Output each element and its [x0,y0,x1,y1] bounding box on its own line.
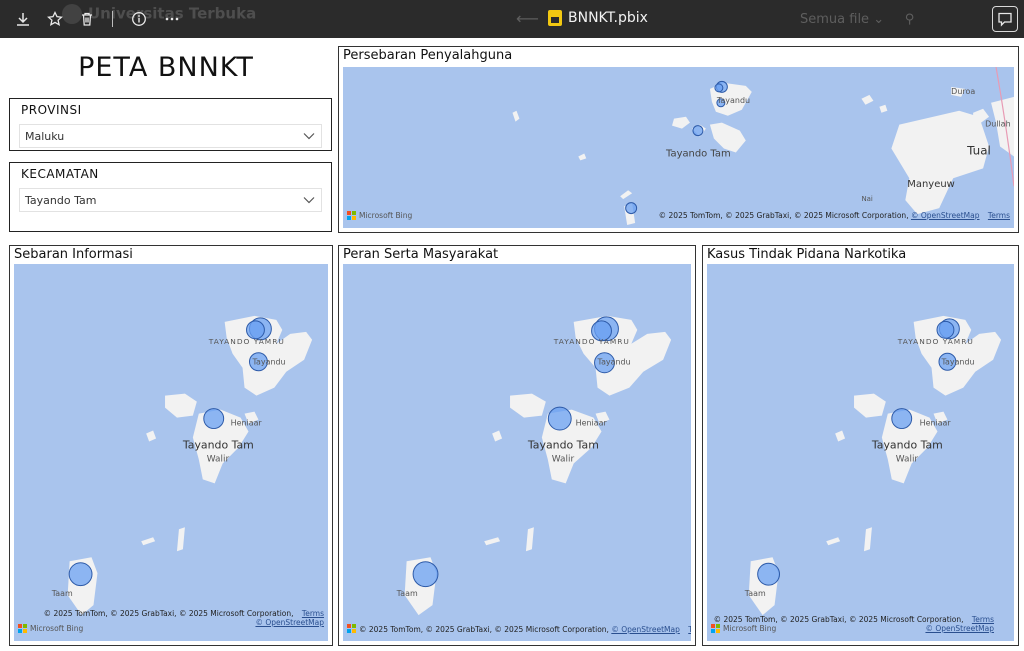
persebaran-title: Persebaran Penyalahguna [343,48,513,63]
provinsi-slicer: PROVINSI Maluku [9,98,332,151]
osm-link[interactable]: © OpenStreetMap [925,624,994,633]
toolbar-divider [112,11,113,27]
persebaran-visual: Persebaran Penyalahguna Tayandu Tayando … [338,46,1019,233]
label-taam: Taam [744,589,766,598]
peran-title: Peran Serta Masyarakat [343,247,499,262]
kecamatan-dropdown[interactable]: Tayando Tam [19,188,322,212]
kasus-title: Kasus Tindak Pidana Narkotika [707,247,907,262]
peran-visual: Peran Serta Masyarakat TAYANDO YAMRU Tay… [338,245,696,646]
osm-link[interactable]: © OpenStreetMap [255,618,324,627]
persebaran-map[interactable]: Tayandu Tayando Tam Duroa Dullah Tual Ma… [343,67,1014,228]
label-heniaar: Heniaar [576,419,608,428]
map-attribution: © 2025 TomTom, © 2025 GrabTaxi, © 2025 M… [658,211,1010,220]
back-arrow-icon: ⟵ [516,9,539,28]
label-tayando-tam: Tayando Tam [182,438,254,451]
chevron-down-icon [303,197,315,204]
map-attribution: © 2025 TomTom, © 2025 GrabTaxi, © 2025 M… [359,625,691,634]
persebaran-map-canvas: Tayandu Tayando Tam Duroa Dullah Tual Ma… [512,67,1014,226]
file-title: BNNKT.pbix [548,10,648,26]
map-attribution: © 2025 TomTom, © 2025 GrabTaxi, © 2025 M… [43,609,324,627]
map-attribution: © 2025 TomTom, © 2025 GrabTaxi, © 2025 M… [713,615,994,633]
background-search: Semua file ⌄ ⚲ [800,12,915,27]
label-taam: Taam [51,589,73,598]
sebaran-title: Sebaran Informasi [14,247,133,262]
page-title: PETA BNNKT [78,52,254,83]
bing-logo: Microsoft Bing [347,211,412,220]
osm-link[interactable]: © OpenStreetMap [911,211,980,220]
download-icon[interactable] [12,8,34,30]
label-tual: Tual [966,143,991,157]
kasus-visual: Kasus Tindak Pidana Narkotika TAYANDO YA… [702,245,1019,646]
bing-logo [347,624,356,633]
label-walir: Walir [896,454,919,464]
kasus-map[interactable]: TAYANDO YAMRU Tayandu Heniaar Tayando Ta… [707,264,1014,641]
label-dullah: Dullah [985,120,1011,129]
provinsi-dropdown[interactable]: Maluku [19,124,322,148]
chevron-down-icon [303,133,315,140]
label-tayandu: Tayandu [940,358,974,367]
label-heniaar: Heniaar [920,419,952,428]
label-tayandu: Tayandu [251,358,285,367]
pbix-file-icon [548,10,562,26]
kecamatan-value: Tayando Tam [25,193,97,207]
trash-icon[interactable] [76,8,98,30]
label-tayandu: Tayandu [597,358,631,367]
label-tayandu: Tayandu [716,96,750,105]
label-tayando-tam: Tayando Tam [527,438,599,451]
peran-map[interactable]: TAYANDO YAMRU Tayandu Heniaar Tayando Ta… [343,264,691,641]
info-icon[interactable] [128,8,150,30]
label-tayando-yamru: TAYANDO YAMRU [553,337,630,346]
star-icon[interactable] [44,8,66,30]
label-tayando-yamru: TAYANDO YAMRU [208,337,285,346]
label-walir: Walir [207,454,230,464]
terms-link[interactable]: Terms [688,625,691,634]
peran-map-canvas: TAYANDO YAMRU Tayandu Heniaar Tayando Ta… [396,315,672,616]
terms-link[interactable]: Terms [988,211,1010,220]
label-heniaar: Heniaar [231,419,263,428]
label-walir: Walir [552,454,575,464]
sebaran-map[interactable]: TAYANDO YAMRU Tayandu Heniaar Tayando Ta… [14,264,328,641]
kecamatan-label: KECAMATAN [21,167,99,181]
provinsi-label: PROVINSI [21,103,82,117]
sebaran-visual: Sebaran Informasi TAYANDO YAMRU Tayandu … [9,245,333,646]
comment-icon[interactable] [992,6,1018,32]
kasus-map-canvas: TAYANDO YAMRU Tayandu Heniaar Tayando Ta… [744,315,1002,616]
kecamatan-slicer: KECAMATAN Tayando Tam [9,162,332,232]
sebaran-map-canvas: TAYANDO YAMRU Tayandu Heniaar Tayando Ta… [51,315,313,616]
label-tayando-yamru: TAYANDO YAMRU [897,337,974,346]
label-tayando-tam: Tayando Tam [665,148,731,159]
viewer-toolbar: Universitas Terbuka ⟵ BNNKT.pbix Semua f… [0,0,1024,38]
label-taam: Taam [396,589,418,598]
osm-link[interactable]: © OpenStreetMap [611,625,680,634]
label-duroa: Duroa [951,87,975,96]
terms-link[interactable]: Terms [302,609,324,618]
more-icon[interactable] [161,8,183,30]
file-name: BNNKT.pbix [568,10,648,26]
label-manyeuw: Manyeuw [907,179,954,190]
terms-link[interactable]: Terms [972,615,994,624]
label-nai: Nai [861,195,872,203]
label-tayando-tam: Tayando Tam [871,438,943,451]
provinsi-value: Maluku [25,129,65,143]
